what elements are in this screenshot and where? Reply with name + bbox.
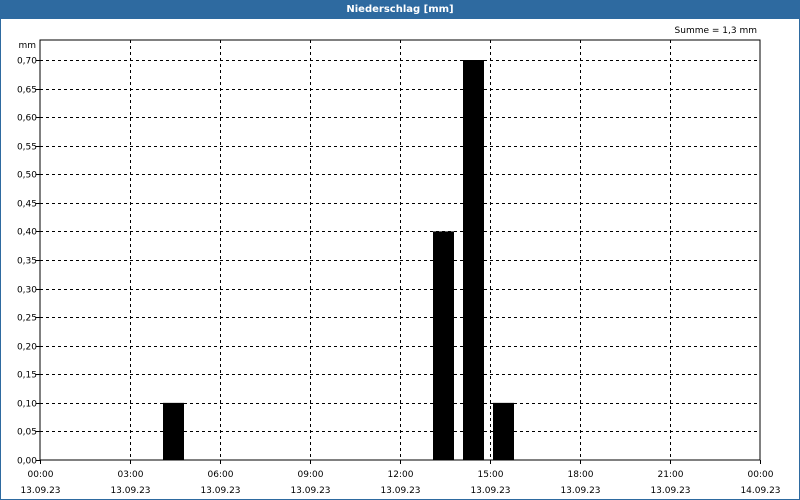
x-tick-date: 13.09.23 — [470, 486, 510, 496]
x-tick-time: 15:00 — [478, 470, 504, 480]
precipitation-bar — [463, 60, 484, 460]
x-tick-time: 00:00 — [748, 470, 774, 480]
x-tick-date: 13.09.23 — [200, 486, 240, 496]
x-tick-time: 00:00 — [28, 470, 54, 480]
precipitation-chart: 0,00 0,05 0,10 0,15 0,20 0,25 0,30 0,35 0,40 0,45… — [17, 39, 781, 496]
x-tick-time: 12:00 — [388, 470, 414, 480]
x-tick-date: 13.09.23 — [560, 486, 600, 496]
y-tick-label: 0,20 — [17, 343, 37, 353]
x-tick-date: 13.09.23 — [20, 486, 60, 496]
precipitation-bar — [493, 402, 514, 460]
y-tick-label: 0,70 — [17, 57, 37, 67]
y-tick-label: 0,05 — [17, 428, 37, 438]
y-tick-label: 0,25 — [17, 314, 37, 324]
x-tick-date: 13.09.23 — [380, 486, 420, 496]
precipitation-bar — [163, 402, 184, 460]
y-tick-label: 0,60 — [17, 114, 37, 124]
y-tick-label: 0,15 — [17, 371, 37, 381]
y-tick-label: 0,65 — [17, 86, 37, 96]
x-tick-time: 21:00 — [658, 470, 684, 480]
x-tick-date: 14.09.23 — [740, 486, 780, 496]
y-tick-label: 0,10 — [17, 400, 37, 410]
x-tick-date: 13.09.23 — [650, 486, 690, 496]
x-tick-time: 18:00 — [568, 470, 594, 480]
y-tick-label: 0,55 — [17, 143, 37, 153]
x-tick-time: 03:00 — [118, 470, 144, 480]
y-tick-label: 0,30 — [17, 286, 37, 296]
y-axis-unit: mm — [18, 41, 36, 51]
x-tick-date: 13.09.23 — [290, 486, 330, 496]
y-tick-label: 0,40 — [17, 228, 37, 238]
y-tick-label: 0,50 — [17, 171, 37, 181]
y-tick-label: 0,00 — [17, 457, 37, 467]
x-tick-time: 09:00 — [298, 470, 324, 480]
x-tick-date: 13.09.23 — [110, 486, 150, 496]
y-tick-label: 0,45 — [17, 200, 37, 210]
y-tick-label: 0,35 — [17, 257, 37, 267]
precipitation-bar — [433, 231, 454, 460]
x-tick-time: 06:00 — [208, 470, 234, 480]
